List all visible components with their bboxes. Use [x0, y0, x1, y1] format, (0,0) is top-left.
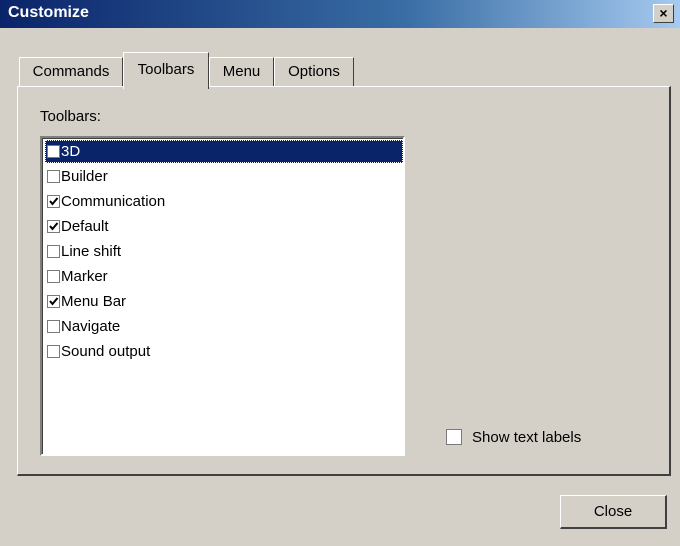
toolbar-item-label: Marker: [61, 268, 108, 285]
list-item[interactable]: Navigate: [45, 315, 403, 338]
toolbar-item-label: Line shift: [61, 243, 122, 260]
toolbar-checkbox[interactable]: [47, 145, 60, 158]
list-item[interactable]: Default: [45, 215, 403, 238]
show-text-labels-option[interactable]: Show text labels: [444, 428, 581, 448]
tab-toolbars[interactable]: Toolbars: [123, 52, 209, 89]
toolbars-label: Toolbars:: [40, 108, 101, 125]
checkmark-icon: [49, 197, 59, 206]
close-button[interactable]: Close: [560, 495, 667, 529]
checkmark-icon: [49, 297, 59, 306]
list-item[interactable]: Communication: [45, 190, 403, 213]
toolbar-item-label: Navigate: [61, 318, 121, 335]
title-bar: Customize ×: [0, 0, 680, 28]
toolbar-item-label: Menu Bar: [61, 293, 127, 310]
list-item[interactable]: Line shift: [45, 240, 403, 263]
list-item[interactable]: Menu Bar: [45, 290, 403, 313]
checkmark-icon: [49, 222, 59, 231]
toolbar-checkbox[interactable]: [47, 170, 60, 183]
toolbar-checkbox[interactable]: [47, 245, 60, 258]
show-text-labels-checkbox[interactable]: [446, 429, 462, 445]
toolbar-checkbox[interactable]: [47, 320, 60, 333]
toolbar-checkbox[interactable]: [47, 195, 60, 208]
toolbar-checkbox[interactable]: [47, 345, 60, 358]
toolbar-item-label: Default: [61, 218, 109, 235]
list-item[interactable]: Marker: [45, 265, 403, 288]
list-item[interactable]: 3D: [45, 140, 403, 163]
toolbar-item-label: Builder: [61, 168, 108, 185]
toolbar-item-label: 3D: [61, 143, 81, 160]
list-item[interactable]: Builder: [45, 165, 403, 188]
toolbar-item-label: Sound output: [61, 343, 151, 360]
list-item[interactable]: Sound output: [45, 340, 403, 363]
toolbar-checkbox[interactable]: [47, 270, 60, 283]
toolbars-listbox[interactable]: 3D Builder Communication Default Line shift M…: [40, 136, 405, 456]
close-icon[interactable]: ×: [653, 4, 674, 23]
window-title: Customize: [8, 4, 89, 21]
toolbar-checkbox[interactable]: [47, 295, 60, 308]
toolbar-item-label: Communication: [61, 193, 166, 210]
tab-options[interactable]: Options: [274, 57, 354, 87]
show-text-labels-label: Show text labels: [472, 429, 582, 446]
tab-menu[interactable]: Menu: [209, 57, 274, 87]
tab-commands[interactable]: Commands: [19, 57, 123, 87]
toolbar-checkbox[interactable]: [47, 220, 60, 233]
